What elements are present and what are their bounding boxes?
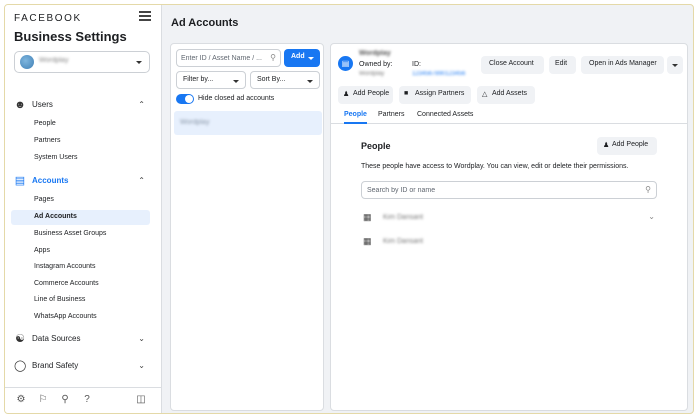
shield-icon: ◯	[14, 360, 27, 372]
gear-icon[interactable]: ⚙	[15, 394, 27, 406]
hide-closed-toggle[interactable]	[176, 94, 194, 104]
people-heading: People	[361, 141, 391, 151]
assets-icon: △	[482, 91, 488, 98]
tab-partners[interactable]: Partners	[378, 111, 404, 124]
close-account-button[interactable]: Close Account	[481, 56, 544, 74]
sidebar-item-business-asset-groups[interactable]: Business Asset Groups	[11, 227, 150, 242]
add-button[interactable]: Add	[284, 49, 320, 67]
sidebar-item-whatsapp-accounts[interactable]: WhatsApp Accounts	[11, 310, 150, 325]
asset-search-field[interactable]: ⚲	[176, 49, 281, 67]
tab-people[interactable]: People	[344, 111, 367, 124]
tab-connected-assets[interactable]: Connected Assets	[417, 111, 473, 124]
business-selector[interactable]: Wordplay	[14, 51, 150, 73]
list-item[interactable]: Wordplay	[174, 111, 322, 135]
people-section: People ♟ Add People These people have ac…	[351, 131, 669, 401]
owned-by-label: Owned by:	[359, 61, 393, 68]
id-value[interactable]: 1234567890123456	[412, 71, 465, 77]
sidebar-section-label: Data Sources	[32, 334, 81, 343]
search-icon: ⚲	[645, 185, 651, 194]
sidebar-item-commerce-accounts[interactable]: Commerce Accounts	[11, 277, 150, 292]
page-title: Business Settings	[14, 29, 127, 44]
business-avatar	[20, 55, 34, 69]
account-name: Wordplay	[359, 50, 391, 57]
add-people-button[interactable]: ♟ Add People	[338, 86, 393, 104]
asset-search-input[interactable]	[181, 53, 266, 64]
bell-icon[interactable]: ⚐	[37, 394, 49, 406]
business-name: Wordplay	[39, 57, 69, 64]
person-name: Kim Dansant	[383, 238, 424, 245]
filter-dropdown[interactable]: Filter by...	[176, 71, 246, 89]
help-icon[interactable]: ?	[81, 394, 93, 406]
partners-icon: ■	[404, 90, 409, 97]
chevron-up-icon: ⌃	[138, 176, 145, 185]
sidebar: FACEBOOK Business Settings Wordplay ☻ Us…	[5, 5, 162, 413]
sidebar-item-apps[interactable]: Apps	[11, 244, 150, 259]
search-icon[interactable]: ⚲	[59, 394, 71, 406]
people-description: These people have access to Wordplay. Yo…	[361, 163, 629, 170]
id-label: ID:	[412, 61, 421, 68]
open-ads-manager-button[interactable]: Open in Ads Manager	[581, 56, 664, 74]
sidebar-section-brand-safety[interactable]: ◯ Brand Safety ⌄	[5, 356, 161, 376]
content-title: Ad Accounts	[171, 17, 239, 29]
chevron-down-icon: ⌄	[138, 334, 145, 343]
detail-tabs: People Partners Connected Assets	[331, 108, 687, 124]
sidebar-section-users[interactable]: ☻ Users ⌃	[5, 95, 161, 115]
menu-icon[interactable]	[139, 11, 151, 21]
chevron-down-icon	[233, 80, 239, 83]
ad-accounts-list-panel: ⚲ Add Filter by... Sort By... Hide close…	[170, 43, 324, 411]
sidebar-item-pages[interactable]: Pages	[11, 193, 150, 208]
data-sources-icon: ☯	[15, 333, 25, 345]
chevron-down-icon	[307, 80, 313, 83]
sidebar-item-people[interactable]: People	[11, 117, 150, 132]
chevron-down-icon[interactable]: ⌄	[648, 212, 655, 221]
add-people-button-secondary[interactable]: ♟ Add People	[597, 137, 657, 155]
list-item[interactable]: ▦ Kim Dansant	[361, 233, 657, 251]
person-icon: ▦	[363, 236, 372, 246]
sidebar-item-system-users[interactable]: System Users	[11, 151, 150, 166]
sort-dropdown[interactable]: Sort By...	[250, 71, 320, 89]
app-window: FACEBOOK Business Settings Wordplay ☻ Us…	[4, 4, 694, 414]
chevron-up-icon: ⌃	[138, 100, 145, 109]
ad-account-detail-panel: ▤ Wordplay Owned by: Wordplay ID: 123456…	[330, 43, 688, 411]
sidebar-section-label: Users	[32, 100, 53, 109]
owned-by-value: Wordplay	[359, 71, 385, 77]
add-assets-button[interactable]: △ Add Assets	[477, 86, 535, 104]
add-person-icon: ♟	[603, 142, 610, 149]
person-icon: ▦	[363, 212, 372, 222]
panel-icon[interactable]: ◫	[135, 394, 147, 406]
chevron-down-icon	[136, 61, 142, 64]
chevron-down-icon: ⌄	[138, 361, 145, 370]
sidebar-item-instagram-accounts[interactable]: Instagram Accounts	[11, 260, 150, 275]
sidebar-section-accounts[interactable]: ▤ Accounts ⌃	[5, 171, 161, 191]
people-search-input[interactable]	[367, 185, 637, 196]
edit-button[interactable]: Edit	[549, 56, 576, 74]
person-name: Kim Dansant	[383, 214, 424, 221]
sidebar-item-ad-accounts[interactable]: Ad Accounts	[11, 210, 150, 225]
search-icon: ⚲	[270, 53, 276, 62]
sidebar-item-line-of-business[interactable]: Line of Business	[11, 293, 150, 308]
chevron-down-icon	[308, 57, 314, 60]
accounts-icon: ▤	[14, 175, 26, 187]
hide-closed-label: Hide closed ad accounts	[198, 95, 275, 102]
sidebar-section-label: Accounts	[32, 176, 69, 185]
brand-logo: FACEBOOK	[14, 13, 82, 24]
list-item[interactable]: ▦ Kim Dansant ⌄	[361, 209, 657, 227]
sidebar-footer: ⚙ ⚐ ⚲ ? ◫	[5, 387, 161, 413]
sidebar-section-label: Brand Safety	[32, 361, 79, 370]
people-search-field[interactable]: ⚲	[361, 181, 657, 199]
sidebar-section-data-sources[interactable]: ☯ Data Sources ⌄	[5, 329, 161, 349]
assign-partners-button[interactable]: ■ Assign Partners	[399, 86, 471, 104]
ad-account-icon: ▤	[338, 56, 353, 71]
more-options-button[interactable]	[667, 56, 683, 74]
add-person-icon: ♟	[343, 91, 350, 98]
sidebar-item-partners[interactable]: Partners	[11, 134, 150, 149]
chevron-down-icon	[672, 64, 678, 67]
users-icon: ☻	[14, 99, 26, 111]
